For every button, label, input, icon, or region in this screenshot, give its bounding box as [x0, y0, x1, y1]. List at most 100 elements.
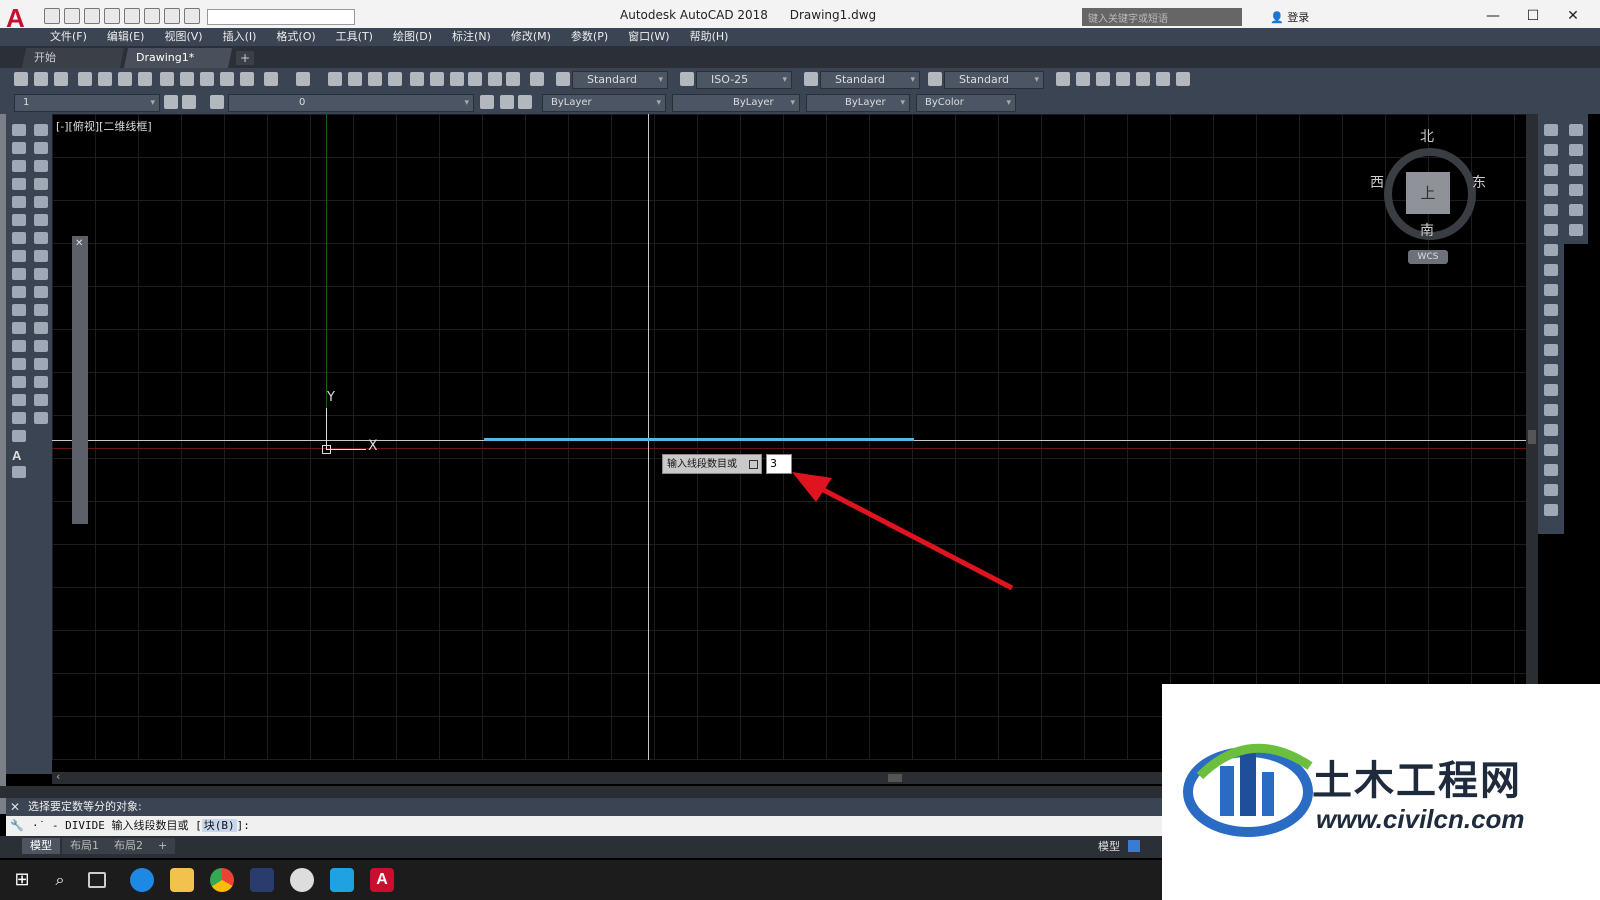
- tab-drawing1[interactable]: Drawing1*×: [123, 48, 233, 84]
- menu-format[interactable]: 格式(O): [276, 28, 315, 46]
- menu-edit[interactable]: 编辑(E): [107, 28, 145, 46]
- compass-south[interactable]: 南: [1420, 220, 1434, 240]
- open-icon[interactable]: [34, 72, 48, 86]
- polygon-icon[interactable]: [12, 178, 26, 190]
- palette-close-icon[interactable]: ✕: [75, 238, 83, 249]
- dim-style-select[interactable]: ISO-25: [696, 71, 792, 89]
- quick-dim-icon[interactable]: [1544, 284, 1558, 296]
- paste-icon[interactable]: [200, 72, 214, 86]
- camera-icon[interactable]: [1156, 72, 1170, 86]
- extend-icon[interactable]: [34, 304, 48, 316]
- open-file-icon[interactable]: [64, 8, 80, 24]
- layer-select[interactable]: 0: [228, 94, 474, 112]
- jogged-dim-icon[interactable]: [1544, 224, 1558, 236]
- inspection-icon[interactable]: [1544, 424, 1558, 436]
- offset-icon[interactable]: [34, 178, 48, 190]
- command-line-close-icon[interactable]: ✕: [10, 800, 20, 814]
- fillet-icon[interactable]: [34, 376, 48, 388]
- polyline-edit-icon[interactable]: [1569, 164, 1583, 176]
- plotstyle-select[interactable]: ByColor: [916, 94, 1016, 112]
- dim-update-icon[interactable]: [1544, 504, 1558, 516]
- mleader-style-select[interactable]: Standard: [944, 71, 1044, 89]
- break-icon[interactable]: [34, 322, 48, 334]
- orbit-icon[interactable]: [1096, 72, 1110, 86]
- table-icon[interactable]: [12, 430, 26, 442]
- minimize-button[interactable]: —: [1474, 4, 1512, 28]
- store-icon[interactable]: [330, 868, 354, 892]
- explode-icon[interactable]: [34, 412, 48, 424]
- menu-file[interactable]: 文件(F): [50, 28, 87, 46]
- insert-block-icon[interactable]: [12, 322, 26, 334]
- draworder-icon[interactable]: [1569, 124, 1583, 136]
- gear-icon[interactable]: [164, 95, 178, 109]
- tab-layout2[interactable]: 布局2: [106, 838, 151, 854]
- dim-break-icon[interactable]: [1544, 364, 1558, 376]
- drawing-canvas[interactable]: [-][俯视][二维线框] Y X 输入线段数目或 3 上 北 南 西 东 WC…: [52, 114, 1526, 760]
- preview-icon[interactable]: [98, 72, 112, 86]
- horizontal-scroll-thumb[interactable]: [888, 774, 902, 782]
- linetype-select[interactable]: ByLayer: [672, 94, 800, 112]
- menu-view[interactable]: 视图(V): [164, 28, 202, 46]
- move-icon[interactable]: [34, 214, 48, 226]
- attribute-edit-icon[interactable]: [1569, 204, 1583, 216]
- trim-icon[interactable]: [34, 286, 48, 298]
- baseline-dim-icon[interactable]: [1544, 304, 1558, 316]
- tab-model[interactable]: 模型: [22, 838, 60, 854]
- qnew-icon[interactable]: [14, 72, 28, 86]
- add-selected-icon[interactable]: [12, 466, 26, 478]
- 3d-print-icon[interactable]: [138, 72, 152, 86]
- dim-edit-icon[interactable]: [1544, 464, 1558, 476]
- save-icon[interactable]: [84, 8, 100, 24]
- tab-layout1[interactable]: 布局1: [62, 838, 107, 854]
- windows-start-icon[interactable]: ⊞: [10, 868, 34, 892]
- join-icon[interactable]: [34, 340, 48, 352]
- sheet-set-icon[interactable]: [468, 72, 482, 86]
- save-icon[interactable]: [54, 72, 68, 86]
- maximize-button[interactable]: ☐: [1514, 4, 1552, 28]
- help-icon[interactable]: [530, 72, 544, 86]
- redo-icon[interactable]: [296, 72, 310, 86]
- viewcube-top-face[interactable]: 上: [1406, 172, 1450, 214]
- center-mark-icon[interactable]: [1544, 404, 1558, 416]
- radius-dim-icon[interactable]: [1544, 204, 1558, 216]
- block-option[interactable]: 块(B): [201, 819, 237, 832]
- jogged-linear-icon[interactable]: [1544, 444, 1558, 456]
- compass-east[interactable]: 东: [1472, 172, 1486, 192]
- autocad-taskbar-icon[interactable]: A: [370, 868, 394, 892]
- layer-state-icon[interactable]: [518, 95, 532, 109]
- model-space-toggle[interactable]: 模型: [1098, 838, 1120, 854]
- spline-icon[interactable]: [12, 268, 26, 280]
- publish-icon[interactable]: [118, 72, 132, 86]
- hatch-edit-icon[interactable]: [1569, 144, 1583, 156]
- line-icon[interactable]: [12, 124, 26, 136]
- menu-tools[interactable]: 工具(T): [336, 28, 373, 46]
- tool-palettes-icon[interactable]: [450, 72, 464, 86]
- dim-space-icon[interactable]: [1544, 344, 1558, 356]
- new-tab-button[interactable]: +: [236, 51, 254, 65]
- circle-icon[interactable]: [12, 232, 26, 244]
- copy-icon[interactable]: [180, 72, 194, 86]
- menu-window[interactable]: 窗口(W): [628, 28, 669, 46]
- scroll-left-icon[interactable]: ‹: [56, 770, 60, 783]
- rectangle-icon[interactable]: [12, 196, 26, 208]
- plot-icon[interactable]: [78, 72, 92, 86]
- region-icon[interactable]: [12, 412, 26, 424]
- render-icon[interactable]: [1116, 72, 1130, 86]
- close-button[interactable]: ✕: [1554, 4, 1592, 28]
- arc-icon[interactable]: [12, 214, 26, 226]
- wcs-menu[interactable]: WCS: [1408, 250, 1448, 264]
- add-layout-button[interactable]: +: [150, 838, 176, 854]
- layer-properties-palette-strip[interactable]: ✕: [72, 236, 88, 524]
- revcloud-icon[interactable]: [12, 250, 26, 262]
- ellipse-icon[interactable]: [12, 286, 26, 298]
- array-icon[interactable]: [34, 196, 48, 208]
- erase-icon[interactable]: [34, 124, 48, 136]
- menu-help[interactable]: 帮助(H): [690, 28, 729, 46]
- color-select[interactable]: ByLayer: [542, 94, 666, 112]
- block-editor-icon[interactable]: [240, 72, 254, 86]
- polyline-icon[interactable]: [12, 160, 26, 172]
- solid-icon[interactable]: [1176, 72, 1190, 86]
- layer-previous-icon[interactable]: [500, 95, 514, 109]
- text-style-select[interactable]: Standard: [572, 71, 668, 89]
- workspace-select[interactable]: [207, 9, 355, 25]
